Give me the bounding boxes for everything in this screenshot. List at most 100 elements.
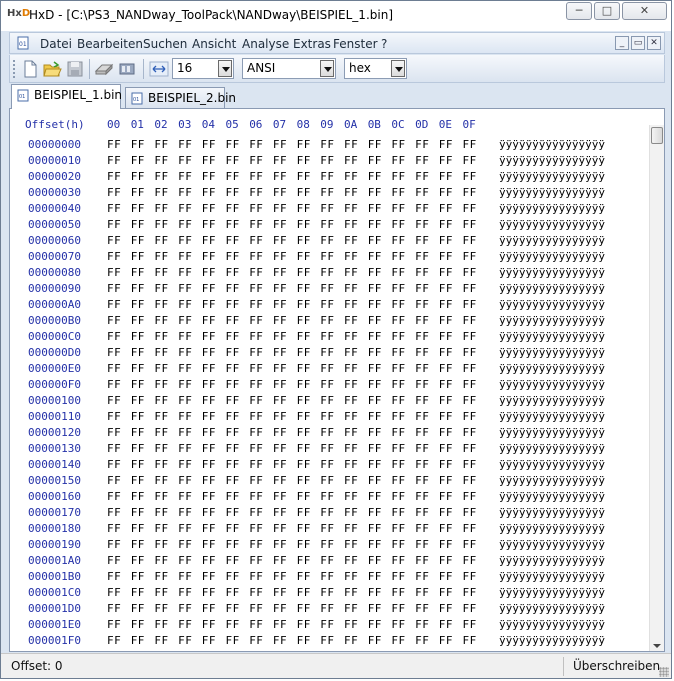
chevron-down-icon[interactable] bbox=[320, 60, 334, 77]
hex-byte[interactable]: FF bbox=[391, 330, 405, 343]
toolbar-grip[interactable] bbox=[13, 60, 18, 78]
hex-byte[interactable]: FF bbox=[439, 202, 453, 215]
hex-byte[interactable]: FF bbox=[202, 378, 216, 391]
hex-byte[interactable]: FF bbox=[273, 538, 287, 551]
hex-byte[interactable]: FF bbox=[154, 522, 168, 535]
hex-byte[interactable]: FF bbox=[344, 442, 358, 455]
hex-byte[interactable]: FF bbox=[273, 234, 287, 247]
hex-byte[interactable]: FF bbox=[415, 458, 429, 471]
hex-byte[interactable]: FF bbox=[415, 282, 429, 295]
row-ascii-text[interactable]: ÿÿÿÿÿÿÿÿÿÿÿÿÿÿÿÿ bbox=[499, 442, 605, 455]
row-ascii-text[interactable]: ÿÿÿÿÿÿÿÿÿÿÿÿÿÿÿÿ bbox=[499, 298, 605, 311]
hex-byte[interactable]: FF bbox=[439, 586, 453, 599]
hex-byte[interactable]: FF bbox=[107, 602, 121, 615]
row-ascii-text[interactable]: ÿÿÿÿÿÿÿÿÿÿÿÿÿÿÿÿ bbox=[499, 330, 605, 343]
hex-byte[interactable]: FF bbox=[178, 330, 192, 343]
hex-byte[interactable]: FF bbox=[226, 218, 240, 231]
hex-byte[interactable]: FF bbox=[463, 154, 477, 167]
row-offset[interactable]: 000000C0 bbox=[28, 330, 81, 343]
hex-byte[interactable]: FF bbox=[131, 570, 145, 583]
save-icon[interactable] bbox=[65, 59, 85, 79]
hex-byte[interactable]: FF bbox=[178, 282, 192, 295]
row-offset[interactable]: 000001E0 bbox=[28, 618, 81, 631]
hex-byte[interactable]: FF bbox=[391, 266, 405, 279]
hex-byte[interactable]: FF bbox=[249, 570, 263, 583]
hex-byte[interactable]: FF bbox=[391, 282, 405, 295]
hex-byte[interactable]: FF bbox=[463, 138, 477, 151]
hex-byte[interactable]: FF bbox=[297, 458, 311, 471]
hex-byte[interactable]: FF bbox=[344, 250, 358, 263]
hex-byte[interactable]: FF bbox=[463, 298, 477, 311]
hex-byte[interactable]: FF bbox=[226, 298, 240, 311]
hex-byte[interactable]: FF bbox=[415, 170, 429, 183]
hex-byte[interactable]: FF bbox=[178, 394, 192, 407]
hex-byte[interactable]: FF bbox=[297, 362, 311, 375]
hex-byte[interactable]: FF bbox=[391, 586, 405, 599]
hex-byte[interactable]: FF bbox=[391, 426, 405, 439]
hex-byte[interactable]: FF bbox=[273, 506, 287, 519]
hex-byte[interactable]: FF bbox=[226, 442, 240, 455]
hex-byte[interactable]: FF bbox=[439, 266, 453, 279]
hex-byte[interactable]: FF bbox=[320, 346, 334, 359]
hex-byte[interactable]: FF bbox=[178, 234, 192, 247]
hex-byte[interactable]: FF bbox=[178, 586, 192, 599]
title-bar[interactable]: HxD HxD - [C:\PS3_NANDway_ToolPack\NANDw… bbox=[1, 1, 671, 31]
hex-byte[interactable]: FF bbox=[249, 330, 263, 343]
hex-byte[interactable]: FF bbox=[178, 474, 192, 487]
hex-byte[interactable]: FF bbox=[320, 170, 334, 183]
hex-byte[interactable]: FF bbox=[249, 634, 263, 647]
row-ascii-text[interactable]: ÿÿÿÿÿÿÿÿÿÿÿÿÿÿÿÿ bbox=[499, 474, 605, 487]
row-ascii-text[interactable]: ÿÿÿÿÿÿÿÿÿÿÿÿÿÿÿÿ bbox=[499, 170, 605, 183]
hex-byte[interactable]: FF bbox=[202, 554, 216, 567]
hex-byte[interactable]: FF bbox=[178, 602, 192, 615]
hex-byte[interactable]: FF bbox=[107, 378, 121, 391]
hex-byte[interactable]: FF bbox=[368, 250, 382, 263]
hex-byte[interactable]: FF bbox=[226, 250, 240, 263]
hex-byte[interactable]: FF bbox=[439, 410, 453, 423]
hex-byte[interactable]: FF bbox=[439, 618, 453, 631]
hex-byte[interactable]: FF bbox=[273, 458, 287, 471]
hex-byte[interactable]: FF bbox=[320, 218, 334, 231]
hex-byte[interactable]: FF bbox=[320, 618, 334, 631]
hex-byte[interactable]: FF bbox=[320, 410, 334, 423]
hex-byte[interactable]: FF bbox=[202, 138, 216, 151]
hex-byte[interactable]: FF bbox=[226, 202, 240, 215]
hex-byte[interactable]: FF bbox=[320, 138, 334, 151]
hex-byte[interactable]: FF bbox=[415, 522, 429, 535]
hex-byte[interactable]: FF bbox=[178, 138, 192, 151]
hex-byte[interactable]: FF bbox=[154, 330, 168, 343]
hex-byte[interactable]: FF bbox=[415, 490, 429, 503]
hex-byte[interactable]: FF bbox=[415, 138, 429, 151]
hex-byte[interactable]: FF bbox=[154, 458, 168, 471]
row-offset[interactable]: 00000130 bbox=[28, 442, 81, 455]
open-folder-icon[interactable] bbox=[42, 59, 62, 79]
hex-byte[interactable]: FF bbox=[249, 346, 263, 359]
hex-byte[interactable]: FF bbox=[226, 410, 240, 423]
hex-byte[interactable]: FF bbox=[297, 570, 311, 583]
hex-byte[interactable]: FF bbox=[368, 634, 382, 647]
hex-byte[interactable]: FF bbox=[249, 170, 263, 183]
hex-byte[interactable]: FF bbox=[131, 634, 145, 647]
hex-byte[interactable]: FF bbox=[320, 554, 334, 567]
hex-byte[interactable]: FF bbox=[344, 298, 358, 311]
hxd-app-icon[interactable]: HxD bbox=[7, 8, 30, 22]
hex-byte[interactable]: FF bbox=[368, 346, 382, 359]
hex-byte[interactable]: FF bbox=[273, 490, 287, 503]
hex-byte[interactable]: FF bbox=[463, 378, 477, 391]
hex-byte[interactable]: FF bbox=[297, 138, 311, 151]
hex-byte[interactable]: FF bbox=[202, 442, 216, 455]
hex-byte[interactable]: FF bbox=[344, 506, 358, 519]
hex-byte[interactable]: FF bbox=[202, 234, 216, 247]
hex-byte[interactable]: FF bbox=[226, 602, 240, 615]
hex-byte[interactable]: FF bbox=[131, 554, 145, 567]
hex-byte[interactable]: FF bbox=[249, 250, 263, 263]
hex-byte[interactable]: FF bbox=[297, 554, 311, 567]
hex-byte[interactable]: FF bbox=[154, 490, 168, 503]
hex-byte[interactable]: FF bbox=[439, 138, 453, 151]
hex-byte[interactable]: FF bbox=[131, 426, 145, 439]
hex-byte[interactable]: FF bbox=[107, 554, 121, 567]
hex-byte[interactable]: FF bbox=[415, 602, 429, 615]
hex-byte[interactable]: FF bbox=[391, 570, 405, 583]
hex-byte[interactable]: FF bbox=[273, 426, 287, 439]
hex-byte[interactable]: FF bbox=[202, 170, 216, 183]
